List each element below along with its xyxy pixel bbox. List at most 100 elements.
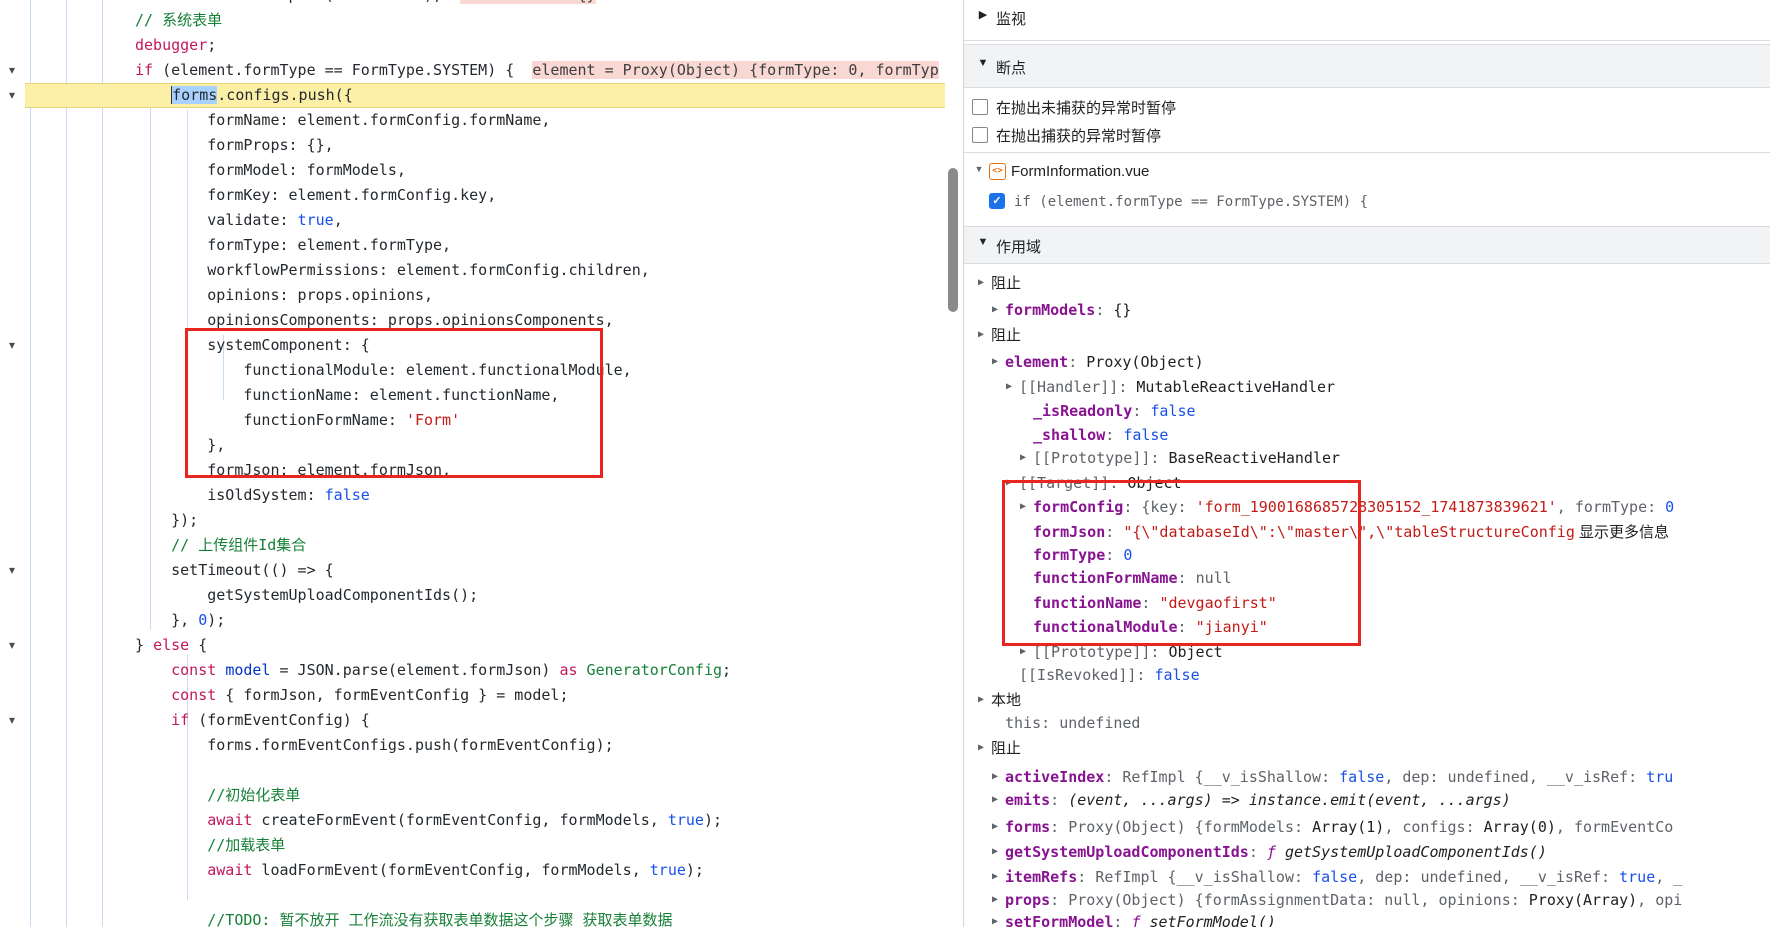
expand-arrow-icon[interactable]: ▶ [1003, 375, 1015, 399]
scope-row[interactable]: ▶forms: Proxy(Object) {formModels: Array… [964, 815, 1770, 839]
code-line[interactable]: setTimeout(() => { [25, 558, 945, 583]
expand-arrow-icon[interactable]: ▶ [1017, 446, 1029, 470]
expand-arrow-icon[interactable]: ▶ [989, 888, 1001, 912]
code-line[interactable]: //TODO: 暂不放开 工作流没有获取表单数据这个步骤 获取表单数据 [25, 908, 945, 927]
scope-row[interactable]: ▶[[Prototype]]: BaseReactiveHandler [964, 446, 1770, 470]
code-token: opinions: props.opinions, [207, 286, 433, 304]
code-line[interactable]: formModel: formModels, [25, 158, 945, 183]
pause-caught-label: 在抛出捕获的异常时暂停 [996, 125, 1161, 146]
chevron-down-icon[interactable]: ▼ [972, 164, 986, 174]
expand-arrow-icon[interactable]: ▶ [989, 910, 1001, 927]
editor-scrollbar[interactable] [945, 0, 963, 927]
code-line[interactable]: await loadFormEvent(formEventConfig, for… [25, 858, 945, 883]
scope-row[interactable]: ▶itemRefs: RefImpl {__v_isShallow: false… [964, 865, 1770, 889]
code-line[interactable]: const model = JSON.parse(element.formJso… [25, 658, 945, 683]
scope-row[interactable]: ▶本地 [964, 688, 1770, 712]
code-token: (element.formType == FormType.SYSTEM) { [153, 61, 514, 79]
expand-arrow-icon[interactable]: ▶ [975, 736, 987, 760]
expand-arrow-icon[interactable]: ▶ [989, 865, 1001, 889]
code-token: 0 [198, 611, 207, 629]
code-line[interactable] [25, 758, 945, 783]
code-line[interactable]: }); [25, 508, 945, 533]
breakpoint-checkbox[interactable]: ✓ [989, 193, 1005, 209]
code-line[interactable]: }, 0); [25, 608, 945, 633]
scope-row[interactable]: ▶[[Handler]]: MutableReactiveHandler [964, 375, 1770, 399]
scope-row[interactable]: ▶阻止 [964, 323, 1770, 347]
code-line[interactable]: // 系统表单 [25, 8, 945, 33]
scope-row[interactable]: _isReadonly: false [964, 399, 1770, 423]
expand-arrow-icon[interactable]: ▶ [989, 350, 1001, 374]
expand-arrow-icon[interactable]: ▶ [975, 688, 987, 712]
code-line[interactable]: opinions: props.opinions, [25, 283, 945, 308]
code-token: const [171, 686, 216, 704]
scope-row[interactable]: ▶getSystemUploadComponentIds: ƒ getSyste… [964, 840, 1770, 864]
scope-property: _isReadonly: false [1033, 399, 1196, 423]
code-line[interactable]: forms.formModels.push(formModels); formM… [25, 0, 945, 8]
code-line[interactable]: formType: element.formType, [25, 233, 945, 258]
expand-arrow-icon[interactable]: ▶ [989, 840, 1001, 864]
scope-row[interactable]: [[IsRevoked]]: false [964, 663, 1770, 687]
editor-gutter[interactable]: ▾▾▾▾▾▾ [0, 0, 24, 927]
code-line[interactable]: if (formEventConfig) { [25, 708, 945, 733]
fold-arrow-icon[interactable]: ▾ [4, 708, 20, 733]
expand-arrow-icon[interactable]: ▶ [989, 815, 1001, 839]
scope-category-label: 阻止 [991, 323, 1021, 347]
expand-arrow-icon[interactable]: ▶ [989, 765, 1001, 789]
code-token: debugger [135, 36, 207, 54]
code-line[interactable]: debugger; [25, 33, 945, 58]
code-line[interactable]: await createFormEvent(formEventConfig, f… [25, 808, 945, 833]
code-token: //加载表单 [207, 836, 285, 854]
code-line[interactable]: forms.configs.push({ [25, 83, 945, 108]
code-line[interactable]: //初始化表单 [25, 783, 945, 808]
expand-arrow-icon[interactable]: ▶ [989, 298, 1001, 322]
scrollbar-thumb[interactable] [948, 168, 958, 312]
expand-arrow-icon[interactable]: ▶ [975, 323, 987, 347]
code-line[interactable]: formName: element.formConfig.formName, [25, 108, 945, 133]
code-line[interactable]: const { formJson, formEventConfig } = mo… [25, 683, 945, 708]
code-line[interactable]: isOldSystem: false [25, 483, 945, 508]
chevron-down-icon[interactable]: ▼ [976, 57, 990, 69]
code-line[interactable]: // 上传组件Id集合 [25, 533, 945, 558]
code-line[interactable]: workflowPermissions: element.formConfig.… [25, 258, 945, 283]
breakpoint-condition-code: if (element.formType == FormType.SYSTEM)… [1014, 194, 1368, 210]
section-breakpoints-header[interactable]: ▼ 断点 [964, 44, 1770, 88]
code-line[interactable] [25, 883, 945, 908]
scope-row[interactable]: ▶emits: (event, ...args) => instance.emi… [964, 788, 1770, 812]
code-line[interactable]: //加载表单 [25, 833, 945, 858]
scope-category-label: 阻止 [991, 736, 1021, 760]
code-line[interactable]: formKey: element.formConfig.key, [25, 183, 945, 208]
scope-section-label: 作用域 [996, 236, 1041, 257]
chevron-down-icon[interactable]: ▼ [976, 236, 990, 248]
fold-arrow-icon[interactable]: ▾ [4, 558, 20, 583]
code-line[interactable]: validate: true, [25, 208, 945, 233]
code-line[interactable]: forms.formEventConfigs.push(formEventCon… [25, 733, 945, 758]
scope-row[interactable]: ▶formModels: {} [964, 298, 1770, 322]
scope-row[interactable]: this: undefined [964, 711, 1770, 735]
code-token: //TODO: 暂不放开 工作流没有获取表单数据这个步骤 获取表单数据 [207, 911, 672, 927]
code-line[interactable]: getSystemUploadComponentIds(); [25, 583, 945, 608]
code-line[interactable]: formProps: {}, [25, 133, 945, 158]
code-line[interactable]: if (element.formType == FormType.SYSTEM)… [25, 58, 945, 83]
scope-row[interactable]: ▶element: Proxy(Object) [964, 350, 1770, 374]
pause-uncaught-checkbox[interactable] [972, 99, 988, 115]
scope-row[interactable]: ▶props: Proxy(Object) {formAssignmentDat… [964, 888, 1770, 912]
scope-row[interactable]: ▶setFormModel: ƒ setFormModel() [964, 910, 1770, 927]
code-token: model [225, 661, 270, 679]
fold-arrow-icon[interactable]: ▾ [4, 58, 20, 83]
scope-row[interactable]: ▶阻止 [964, 271, 1770, 295]
annotation-rect-code [185, 328, 603, 478]
code-line[interactable]: } else { [25, 633, 945, 658]
scope-row[interactable]: _shallow: false [964, 423, 1770, 447]
code-token: false [325, 486, 370, 504]
expand-arrow-icon[interactable]: ▶ [975, 271, 987, 295]
chevron-right-icon[interactable]: ▶ [976, 8, 990, 21]
pause-caught-checkbox[interactable] [972, 127, 988, 143]
expand-arrow-icon[interactable]: ▶ [989, 788, 1001, 812]
code-token: }); [171, 511, 198, 529]
scope-row[interactable]: ▶activeIndex: RefImpl {__v_isShallow: fa… [964, 765, 1770, 789]
fold-arrow-icon[interactable]: ▾ [4, 83, 20, 108]
section-scope-header[interactable]: ▼ 作用域 [964, 226, 1770, 264]
fold-arrow-icon[interactable]: ▾ [4, 333, 20, 358]
fold-arrow-icon[interactable]: ▾ [4, 633, 20, 658]
scope-row[interactable]: ▶阻止 [964, 736, 1770, 760]
